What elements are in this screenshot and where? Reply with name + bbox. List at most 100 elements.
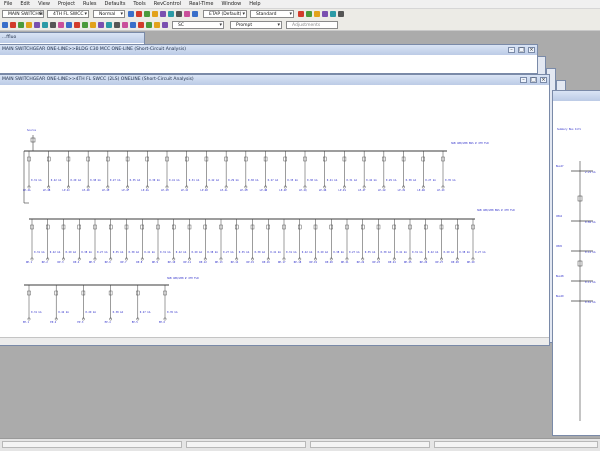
row2-label: RP-22 bbox=[356, 261, 365, 264]
tool-icon[interactable] bbox=[130, 22, 136, 28]
tool-icon[interactable] bbox=[144, 11, 150, 17]
oneline-canvas[interactable]: Source SUB 480/208 BUS # 4TH FLR LP-4A 0.31… bbox=[0, 85, 543, 337]
bldg-oneline-window[interactable]: MAIN SWITCHGEAR ONE-LINE>>BLDG C30 MCC O… bbox=[0, 44, 538, 74]
row2-fault-value: 0.42 kA bbox=[427, 251, 439, 254]
tool-icon[interactable] bbox=[168, 11, 174, 17]
row1-label: LP-4U bbox=[377, 189, 386, 192]
tool-icon[interactable] bbox=[146, 22, 152, 28]
status-bar bbox=[0, 438, 600, 451]
menu-item-window[interactable]: Window bbox=[217, 1, 245, 7]
row2-label: RP-23 bbox=[372, 261, 381, 264]
tool-icon[interactable] bbox=[330, 11, 336, 17]
minimize-icon[interactable]: – bbox=[520, 77, 527, 83]
minimize-icon[interactable]: – bbox=[508, 47, 515, 53]
maximize-icon[interactable]: □ bbox=[518, 47, 525, 53]
adjustments-field[interactable]: Adjustments bbox=[286, 21, 338, 29]
row2-label: RP-14 bbox=[230, 261, 239, 264]
row1-fault-value: 0.35 kA bbox=[287, 179, 298, 182]
row3-label: EP-4 bbox=[104, 321, 111, 324]
tool-icon[interactable] bbox=[90, 22, 96, 28]
row2-label: RP-29 bbox=[467, 261, 475, 264]
tool-icon[interactable] bbox=[34, 22, 40, 28]
menu-item-edit[interactable]: Edit bbox=[16, 1, 34, 7]
menu-item-file[interactable]: File bbox=[0, 1, 16, 7]
right-oneline-window[interactable]: Summary Bus Info Bus27 2.21 kA CB44 0.84 kA… bbox=[552, 90, 600, 436]
tool-icon[interactable] bbox=[136, 11, 142, 17]
tool-icon[interactable] bbox=[10, 22, 16, 28]
tool-icon[interactable] bbox=[138, 22, 144, 28]
toolbar-row-2: SC Prompt Adjustments bbox=[0, 20, 600, 31]
row3-fault-value: 0.27 kA bbox=[139, 311, 151, 314]
main-window-title: MAIN SWITCHGEAR ONE-LINE>>4TH FL SWCC (2… bbox=[0, 75, 549, 85]
row1-fault-value: 0.35 kA bbox=[445, 179, 456, 182]
tool-icon[interactable] bbox=[322, 11, 328, 17]
menu-item-tools[interactable]: Tools bbox=[129, 1, 149, 7]
tool-icon[interactable] bbox=[82, 22, 88, 28]
row2-label: RP-8 bbox=[136, 261, 143, 264]
tool-icon[interactable] bbox=[192, 11, 198, 17]
config-select[interactable]: Normal bbox=[93, 10, 125, 18]
row2-label: RP-19 bbox=[309, 261, 318, 264]
menu-item-real-time[interactable]: Real-Time bbox=[185, 1, 217, 7]
tool-icon[interactable] bbox=[2, 22, 8, 28]
row1-fault-value: 0.29 kA bbox=[228, 179, 239, 182]
row2-fault-value: 0.31 kA bbox=[412, 251, 423, 254]
tool-icon[interactable] bbox=[306, 11, 312, 17]
row1-label: LP-4V bbox=[397, 189, 406, 192]
close-icon[interactable]: × bbox=[540, 77, 547, 83]
tool-icon[interactable] bbox=[106, 22, 112, 28]
tool-icon[interactable] bbox=[122, 22, 128, 28]
presentation-select[interactable]: MAIN SWITCHGE bbox=[2, 10, 44, 18]
tool-icon[interactable] bbox=[184, 11, 190, 17]
row3-label: EP-6 bbox=[159, 321, 166, 324]
row2-fault-value: 0.27 kA bbox=[475, 251, 486, 254]
row1-fault-value: 0.38 kA bbox=[90, 179, 101, 182]
oneline-diagram bbox=[23, 135, 475, 321]
horizontal-scrollbar[interactable] bbox=[0, 337, 549, 345]
row2-label: RP-17 bbox=[278, 261, 286, 264]
tool-icon[interactable] bbox=[162, 22, 168, 28]
row1-fault-value: 0.35 kA bbox=[129, 179, 141, 182]
tool-icon[interactable] bbox=[338, 11, 344, 17]
tool-icon[interactable] bbox=[114, 22, 120, 28]
tool-icon[interactable] bbox=[152, 11, 158, 17]
tool-icon[interactable] bbox=[154, 22, 160, 28]
tool-icon[interactable] bbox=[26, 22, 32, 28]
tool-icon[interactable] bbox=[160, 11, 166, 17]
menu-item-project[interactable]: Project bbox=[54, 1, 79, 7]
row1-fault-value: 0.30 kA bbox=[307, 179, 318, 182]
row2-fault-value: 0.42 kA bbox=[301, 251, 313, 254]
close-icon[interactable]: × bbox=[528, 47, 535, 53]
right-oneline-diagram bbox=[571, 161, 593, 421]
study-mode-select[interactable]: SC bbox=[172, 21, 224, 29]
tool-icon[interactable] bbox=[74, 22, 80, 28]
row2-fault-value: 0.27 kA bbox=[223, 251, 234, 254]
main-oneline-window[interactable]: MAIN SWITCHGEAR ONE-LINE>>4TH FL SWCC (2… bbox=[0, 74, 550, 346]
tool-icon[interactable] bbox=[66, 22, 72, 28]
menu-item-help[interactable]: Help bbox=[245, 1, 264, 7]
tool-icon[interactable] bbox=[42, 22, 48, 28]
maximize-icon[interactable]: □ bbox=[530, 77, 537, 83]
project-status-select[interactable]: Prompt bbox=[230, 21, 282, 29]
tool-icon[interactable] bbox=[298, 11, 304, 17]
row1-fault-value: 0.31 kA bbox=[346, 179, 357, 182]
tool-icon[interactable] bbox=[314, 11, 320, 17]
menu-item-defaults[interactable]: Defaults bbox=[101, 1, 130, 7]
row2-fault-value: 0.29 kA bbox=[443, 251, 455, 254]
tool-icon[interactable] bbox=[58, 22, 64, 28]
menu-item-view[interactable]: View bbox=[34, 1, 54, 7]
row3-fault-value: 0.38 kA bbox=[112, 311, 124, 314]
menu-item-rules[interactable]: Rules bbox=[79, 1, 101, 7]
tool-icon[interactable] bbox=[18, 22, 24, 28]
tool-icon[interactable] bbox=[176, 11, 182, 17]
row1-label: LP-4F bbox=[121, 189, 130, 192]
tool-icon[interactable] bbox=[98, 22, 104, 28]
tool-icon[interactable] bbox=[128, 11, 134, 17]
menu-item-revcontrol[interactable]: RevControl bbox=[150, 1, 185, 7]
revision-select[interactable]: ETAP (Default) bbox=[203, 10, 247, 18]
oneline-select[interactable]: 4TH FL SWCC bbox=[47, 10, 89, 18]
row1-label: LP-4E bbox=[101, 189, 110, 192]
tool-icon[interactable] bbox=[50, 22, 56, 28]
row1-label: LP-4H bbox=[161, 189, 169, 192]
standard-select[interactable]: Standard bbox=[250, 10, 294, 18]
